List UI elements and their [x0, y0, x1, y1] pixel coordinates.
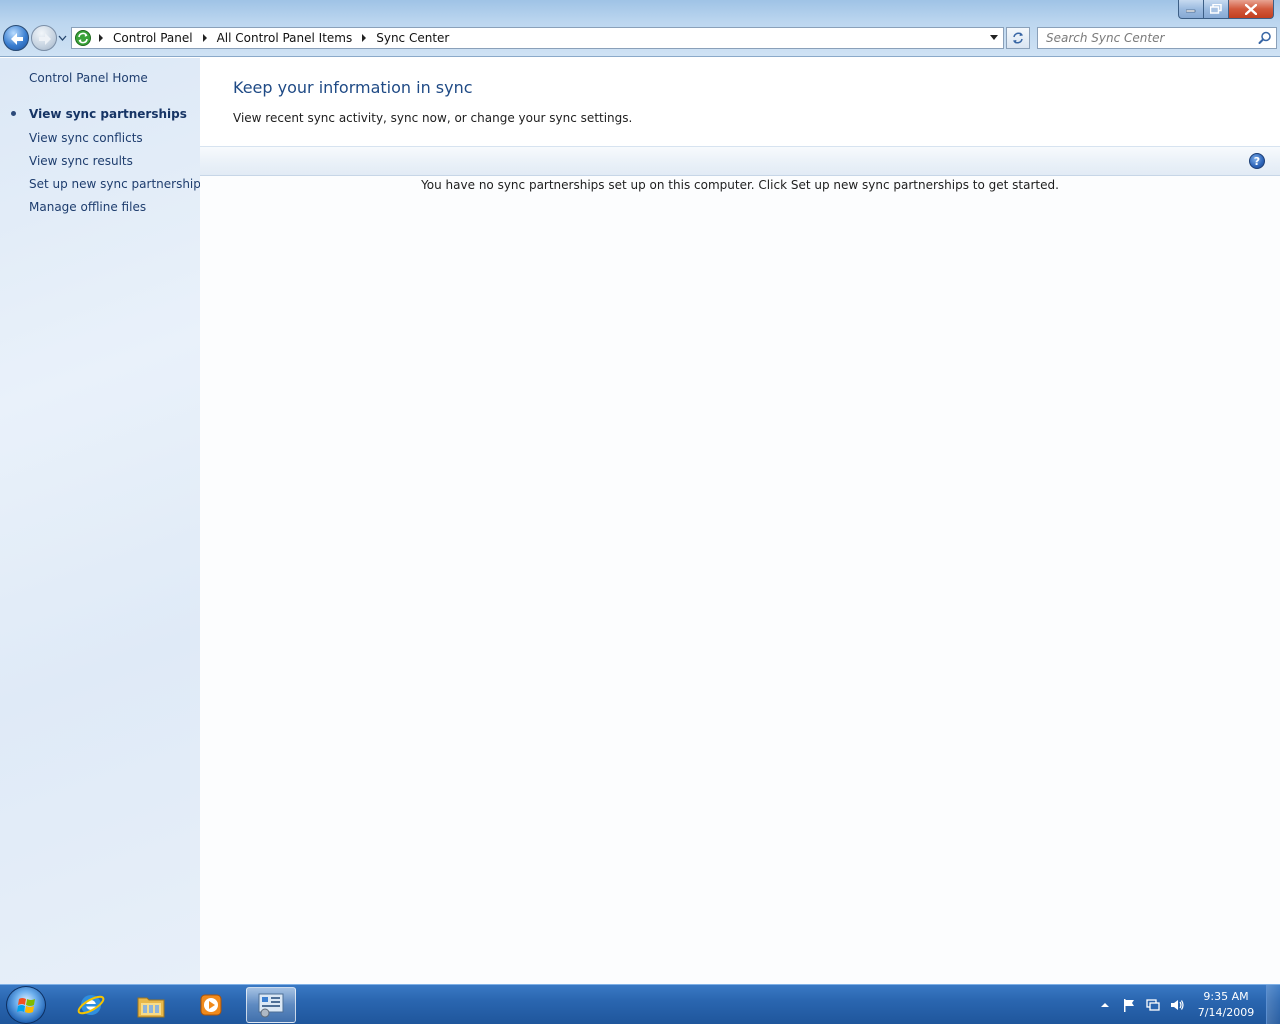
taskbar-media-player[interactable]	[186, 987, 236, 1023]
recent-pages-dropdown[interactable]	[58, 32, 67, 44]
search-icon[interactable]	[1258, 31, 1272, 45]
close-icon	[1245, 3, 1257, 15]
chevron-right-icon	[99, 34, 103, 42]
address-dropdown[interactable]	[985, 28, 1003, 48]
page-title: Keep your information in sync	[233, 78, 473, 97]
command-bar: ?	[200, 146, 1280, 176]
chevron-right-icon	[362, 34, 367, 42]
task-view-sync-partnerships[interactable]: View sync partnerships	[0, 106, 200, 130]
task-label: View sync partnerships	[29, 107, 187, 121]
volume-icon[interactable]	[1169, 997, 1185, 1013]
address-bar[interactable]: Control Panel All Control Panel Items Sy…	[71, 27, 1004, 49]
taskbar-windows-explorer[interactable]	[126, 987, 176, 1023]
page-description: View recent sync activity, sync now, or …	[233, 111, 633, 125]
windows-explorer-icon	[137, 997, 165, 1018]
media-player-icon	[200, 994, 222, 1016]
task-label: Manage offline files	[29, 200, 147, 214]
task-list: View sync partnerships View sync conflic…	[0, 106, 207, 222]
task-view-sync-results[interactable]: View sync results	[0, 153, 200, 176]
action-center-flag-icon[interactable]	[1121, 997, 1137, 1013]
back-arrow-icon	[11, 33, 23, 45]
refresh-icon	[1013, 32, 1023, 44]
main-content: Keep your information in sync View recen…	[200, 58, 1280, 984]
clock-time: 9:35 AM	[1203, 990, 1249, 1003]
breadcrumb-sync-center[interactable]: Sync Center	[372, 31, 453, 45]
breadcrumb-separator[interactable]	[356, 28, 372, 48]
windows-logo-icon	[17, 998, 35, 1013]
breadcrumb-separator[interactable]	[93, 28, 109, 48]
show-hidden-icons-icon[interactable]	[1097, 997, 1113, 1013]
help-icon: ?	[1253, 154, 1261, 168]
restore-button[interactable]	[1204, 0, 1229, 19]
clock-date: 7/14/2009	[1197, 1006, 1255, 1019]
sync-center-icon	[73, 28, 93, 48]
minimize-button[interactable]	[1178, 0, 1204, 19]
refresh-button[interactable]	[1006, 27, 1030, 49]
task-pane: Control Panel Home View sync partnership…	[0, 58, 207, 984]
search-box[interactable]	[1037, 27, 1277, 49]
search-input[interactable]	[1038, 28, 1248, 48]
control-panel-home-link[interactable]: Control Panel Home	[29, 71, 148, 85]
network-icon[interactable]	[1145, 997, 1161, 1013]
clock[interactable]: 9:35 AM 7/14/2009	[1196, 989, 1256, 1021]
window-controls	[1178, 0, 1274, 19]
task-label: Set up new sync partnerships	[29, 177, 208, 191]
breadcrumb-all-control-panel-items[interactable]: All Control Panel Items	[213, 31, 357, 45]
forward-arrow-icon	[39, 33, 51, 45]
minimize-icon	[1186, 9, 1196, 13]
window-chrome: Control Panel All Control Panel Items Sy…	[0, 0, 1280, 57]
close-button[interactable]	[1229, 0, 1274, 19]
show-desktop-button[interactable]	[1266, 985, 1280, 1024]
chevron-down-icon	[58, 35, 67, 41]
active-bullet-icon	[11, 111, 16, 116]
task-label: View sync conflicts	[29, 131, 143, 145]
system-tray: 9:35 AM 7/14/2009	[990, 985, 1280, 1024]
task-label: View sync results	[29, 154, 133, 168]
page-header: Keep your information in sync View recen…	[200, 58, 1280, 146]
maximize-icon	[1210, 4, 1222, 14]
task-manage-offline-files[interactable]: Manage offline files	[0, 199, 200, 222]
breadcrumb-separator[interactable]	[197, 28, 213, 48]
taskbar-internet-explorer[interactable]	[66, 987, 116, 1023]
taskbar: 9:35 AM 7/14/2009	[0, 984, 1280, 1024]
task-set-up-new-sync-partnerships[interactable]: Set up new sync partnerships	[0, 176, 207, 199]
internet-explorer-icon	[77, 995, 105, 1015]
breadcrumb-control-panel[interactable]: Control Panel	[109, 31, 197, 45]
task-view-sync-conflicts[interactable]: View sync conflicts	[0, 130, 200, 153]
forward-button[interactable]	[31, 25, 57, 51]
taskbar-control-panel[interactable]	[246, 987, 296, 1023]
start-button[interactable]	[6, 986, 46, 1024]
empty-state-message: You have no sync partnerships set up on …	[421, 178, 1059, 192]
back-button[interactable]	[3, 25, 29, 51]
control-panel-icon	[258, 993, 284, 1018]
chevron-down-icon	[990, 35, 998, 40]
help-button[interactable]: ?	[1249, 153, 1265, 169]
chevron-right-icon	[202, 34, 207, 42]
